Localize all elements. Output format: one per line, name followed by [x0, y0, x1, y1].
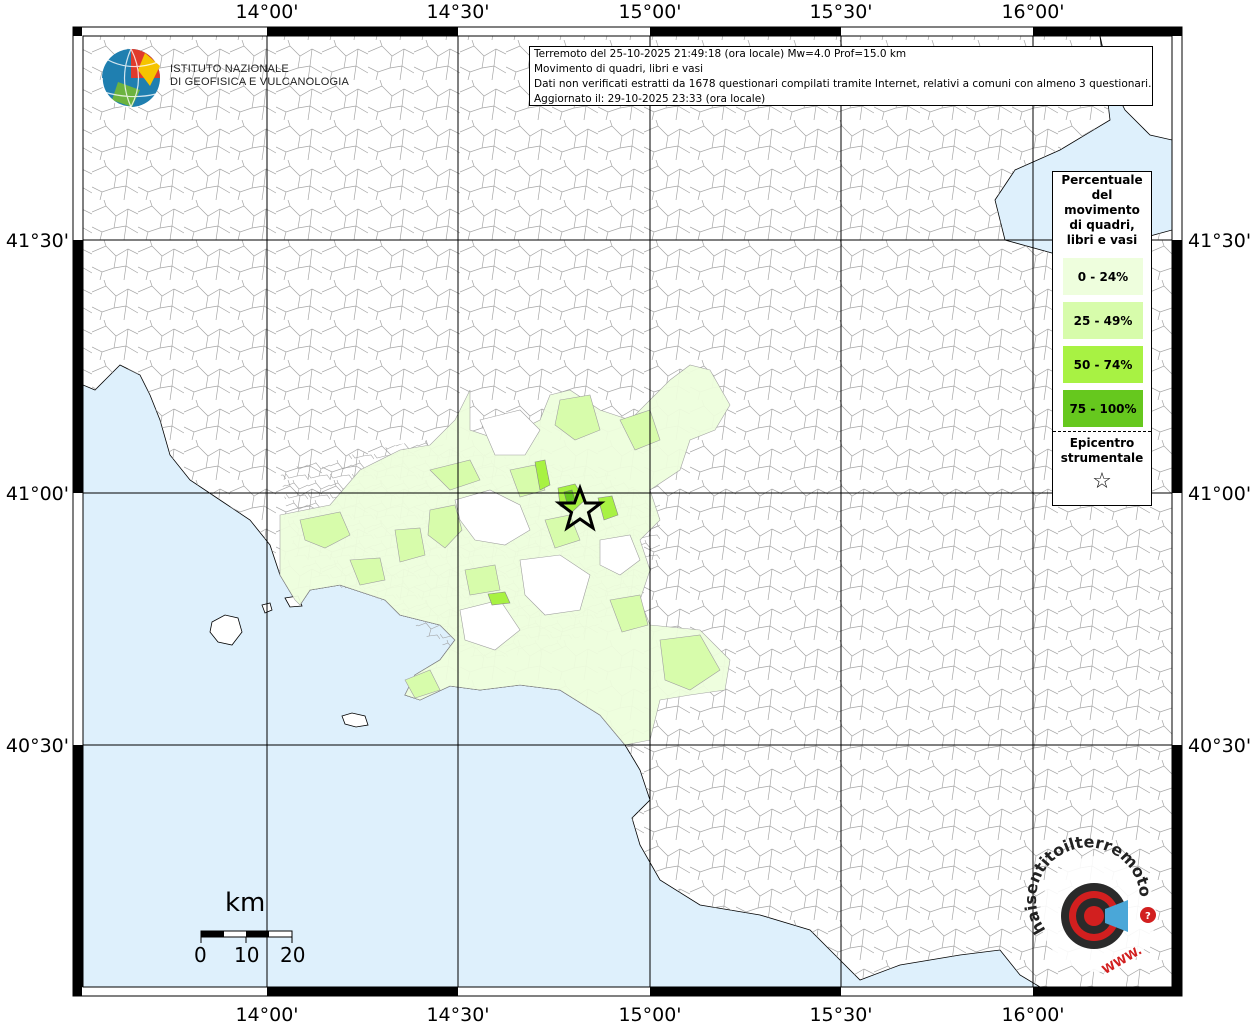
- legend-epicenter-label: Epicentro strumentale: [1060, 436, 1144, 465]
- lat-labels-right: 41°30' 41°00' 40°30': [1188, 230, 1251, 757]
- legend-star-icon: ☆: [1092, 469, 1112, 494]
- lat-label: 41°00': [6, 483, 69, 505]
- event-info-line-1: Terremoto del 25-10-2025 21:49:18 (ora l…: [534, 48, 907, 60]
- event-info-line-4: Aggiornato il: 29-10-2025 23:33 (ora loc…: [534, 93, 766, 105]
- lon-label: 14°00': [235, 1004, 298, 1024]
- lon-label: 15°00': [618, 1, 681, 23]
- svg-text:?: ?: [1145, 911, 1151, 922]
- lon-labels-top: 14°00' 14°30' 15°00' 15°30' 16°00': [235, 1, 1064, 23]
- lat-labels-left: 41°30' 41°00' 40°30': [6, 230, 69, 757]
- lon-label: 16°00': [1001, 1004, 1064, 1024]
- lon-label: 16°00': [1001, 1, 1064, 23]
- lon-label: 15°30': [809, 1004, 872, 1024]
- legend-class-0-24: 0 - 24%: [1063, 258, 1143, 295]
- institute-line-2: DI GEOFISICA E VULCANOLOGIA: [170, 76, 349, 88]
- lat-label: 41°30': [1188, 230, 1251, 252]
- lon-label: 14°30': [426, 1004, 489, 1024]
- legend-title: Percentuale del movimento di quadri, lib…: [1061, 173, 1143, 247]
- event-info-line-3: Dati non verificati estratti da 1678 que…: [534, 78, 1152, 90]
- institute-name: ISTITUTO NAZIONALE DI GEOFISICA E VULCAN…: [170, 63, 349, 89]
- lon-label: 14°30': [426, 1, 489, 23]
- scale-tick-0: 0: [194, 943, 207, 967]
- map-area: [83, 36, 1172, 987]
- lat-label: 40°30': [6, 735, 69, 757]
- scale-unit: km: [225, 888, 266, 918]
- legend: Percentuale del movimento di quadri, lib…: [1052, 171, 1152, 506]
- legend-class-label: 25 - 49%: [1073, 313, 1133, 328]
- legend-class-75-100: 75 - 100%: [1063, 390, 1143, 427]
- lat-label: 41°30': [6, 230, 69, 252]
- legend-items: 0 - 24% 25 - 49% 50 - 74% 75 - 100%: [1063, 258, 1143, 434]
- lat-label: 41°00': [1188, 483, 1251, 505]
- event-info-line-2: Movimento di quadri, libri e vasi: [534, 63, 703, 75]
- legend-separator: [1053, 431, 1151, 432]
- lon-label: 15°00': [618, 1004, 681, 1024]
- institute-line-1: ISTITUTO NAZIONALE: [170, 63, 289, 75]
- ingv-globe-icon: [101, 48, 160, 108]
- scale-tick-10: 10: [234, 943, 260, 967]
- lon-label: 14°00': [235, 1, 298, 23]
- legend-class-50-74: 50 - 74%: [1063, 346, 1143, 383]
- legend-class-25-49: 25 - 49%: [1063, 302, 1143, 339]
- lat-label: 40°30': [1188, 735, 1251, 757]
- legend-class-label: 50 - 74%: [1073, 357, 1133, 372]
- event-info-box: Terremoto del 25-10-2025 21:49:18 (ora l…: [529, 46, 1153, 106]
- macroseismic-map: 14°00' 14°30' 15°00' 15°30' 16°00' 14°00…: [0, 0, 1251, 1024]
- legend-class-label: 75 - 100%: [1069, 401, 1137, 416]
- scale-tick-20: 20: [280, 943, 306, 967]
- lon-label: 15°30': [809, 1, 872, 23]
- legend-class-label: 0 - 24%: [1077, 269, 1129, 284]
- lon-labels-bottom: 14°00' 14°30' 15°00' 15°30' 16°00': [235, 1004, 1064, 1024]
